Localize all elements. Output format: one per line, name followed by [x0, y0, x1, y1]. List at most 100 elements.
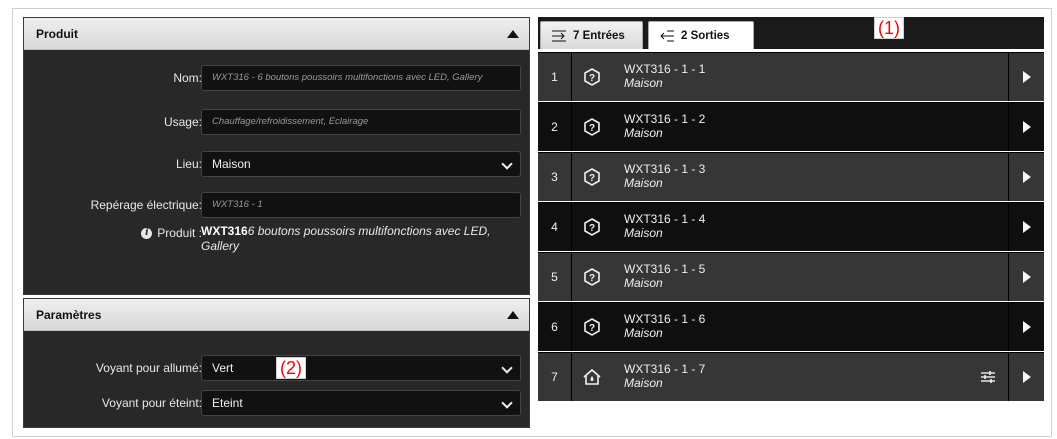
entry-location: Maison	[624, 376, 663, 390]
voyant-allume-value: Vert	[212, 361, 234, 375]
entry-name: WXT316 - 1 - 4	[624, 212, 706, 226]
entry-open-button[interactable]	[1008, 153, 1044, 201]
reperage-input[interactable]: WXT316 - 1	[201, 192, 521, 218]
entry-open-button[interactable]	[1008, 303, 1044, 351]
voyant-eteint-row: Voyant pour éteint: Eteint	[24, 390, 529, 416]
produit-description: WXT3166 boutons poussoirs multifonctions…	[201, 224, 521, 254]
produit-info-row: i Produit : WXT3166 boutons poussoirs mu…	[24, 223, 529, 263]
house-drop-icon	[573, 353, 611, 401]
entry-location: Maison	[624, 276, 663, 290]
play-arrow-icon	[1022, 371, 1031, 383]
reperage-label: Repérage électrique:	[90, 198, 202, 212]
question-icon: ?	[573, 303, 611, 351]
produit-label-text: Produit :	[157, 226, 202, 240]
voyant-eteint-value: Eteint	[212, 396, 243, 410]
entry-open-button[interactable]	[1008, 53, 1044, 101]
output-arrow-icon	[660, 30, 674, 41]
entry-location: Maison	[624, 126, 663, 140]
question-icon: ?	[573, 203, 611, 251]
tab-entrees[interactable]: 7 Entrées	[540, 21, 643, 49]
list-item[interactable]: 2 ? WXT316 - 1 - 2 Maison	[538, 102, 1044, 151]
question-icon: ?	[573, 53, 611, 101]
entry-name: WXT316 - 1 - 5	[624, 262, 706, 276]
svg-text:?: ?	[589, 323, 595, 334]
tab-entrees-label: 7 Entrées	[573, 29, 625, 42]
lieu-select-value: Maison	[212, 157, 251, 171]
list-item[interactable]: 3 ? WXT316 - 1 - 3 Maison	[538, 152, 1044, 201]
svg-text:?: ?	[589, 73, 595, 84]
entry-open-button[interactable]	[1008, 103, 1044, 151]
play-arrow-icon	[1022, 221, 1031, 233]
entry-location: Maison	[624, 226, 663, 240]
svg-text:?: ?	[589, 123, 595, 134]
info-icon: i	[141, 227, 153, 239]
list-item[interactable]: 4 ? WXT316 - 1 - 4 Maison	[538, 202, 1044, 251]
annotation-1: (1)	[874, 17, 904, 39]
nom-row: Nom: WXT316 - 6 boutons poussoirs multif…	[24, 65, 529, 91]
entry-number: 6	[538, 303, 572, 351]
entry-number: 1	[538, 53, 572, 101]
list-item[interactable]: 5 ? WXT316 - 1 - 5 Maison	[538, 252, 1044, 301]
nom-input[interactable]: WXT316 - 6 boutons poussoirs multifoncti…	[201, 65, 521, 91]
tab-sorties[interactable]: 2 Sorties	[648, 21, 754, 49]
voyant-eteint-select[interactable]: Eteint	[201, 390, 521, 416]
entry-number: 4	[538, 203, 572, 251]
entry-name: WXT316 - 1 - 7	[624, 362, 706, 376]
produit-panel: Produit Nom: WXT316 - 6 boutons poussoir…	[23, 17, 530, 295]
entry-name: WXT316 - 1 - 1	[624, 62, 706, 76]
list-item[interactable]: 6 ? WXT316 - 1 - 6 Maison	[538, 302, 1044, 351]
question-icon: ?	[573, 153, 611, 201]
entry-text: WXT316 - 1 - 1 Maison	[624, 62, 705, 90]
lieu-label: Lieu:	[175, 157, 202, 171]
entry-open-button[interactable]	[1008, 203, 1044, 251]
reperage-row: Repérage électrique: WXT316 - 1	[24, 192, 529, 218]
produit-panel-title: Produit	[36, 26, 78, 41]
question-icon: ?	[573, 253, 611, 301]
entry-location: Maison	[624, 176, 663, 190]
lieu-select[interactable]: Maison	[201, 151, 521, 177]
svg-text:?: ?	[589, 273, 595, 284]
annotation-2: (2)	[276, 357, 306, 379]
voyant-allume-label: Voyant pour allumé:	[95, 361, 202, 375]
voyant-allume-select[interactable]: Vert	[201, 355, 521, 381]
list-item[interactable]: 1 ? WXT316 - 1 - 1 Maison	[538, 52, 1044, 101]
entry-name: WXT316 - 1 - 2	[624, 112, 706, 126]
play-arrow-icon	[1022, 171, 1031, 183]
entry-name: WXT316 - 1 - 6	[624, 312, 706, 326]
entry-text: WXT316 - 1 - 6 Maison	[624, 312, 705, 340]
entry-text: WXT316 - 1 - 3 Maison	[624, 162, 705, 190]
entry-number: 2	[538, 103, 572, 151]
nom-label: Nom:	[173, 71, 202, 85]
lieu-row: Lieu: Maison	[24, 151, 529, 177]
list-item[interactable]: 7 WXT316 - 1 - 7 Maison	[538, 352, 1044, 401]
collapse-up-icon[interactable]	[507, 310, 519, 319]
entry-text: WXT316 - 1 - 7 Maison	[624, 362, 705, 390]
produit-info-label: i Produit :	[141, 226, 202, 240]
entry-number: 3	[538, 153, 572, 201]
entry-text: WXT316 - 1 - 4 Maison	[624, 212, 705, 240]
entry-number: 7	[538, 353, 572, 401]
sliders-icon[interactable]	[980, 353, 996, 401]
entry-text: WXT316 - 1 - 5 Maison	[624, 262, 705, 290]
entry-location: Maison	[624, 326, 663, 340]
produit-panel-header[interactable]: Produit	[24, 18, 529, 50]
entry-open-button[interactable]	[1008, 253, 1044, 301]
entry-text: WXT316 - 1 - 2 Maison	[624, 112, 705, 140]
chevron-down-icon	[501, 158, 513, 170]
usage-input[interactable]: Chauffage/refroidissement, Eclairage	[201, 109, 521, 135]
play-arrow-icon	[1022, 71, 1031, 83]
question-icon: ?	[573, 103, 611, 151]
svg-text:?: ?	[589, 173, 595, 184]
chevron-down-icon	[501, 397, 513, 409]
window: Produit Nom: WXT316 - 6 boutons poussoir…	[0, 0, 1057, 439]
usage-row: Usage: Chauffage/refroidissement, Eclair…	[24, 109, 529, 135]
play-arrow-icon	[1022, 271, 1031, 283]
collapse-up-icon[interactable]	[507, 29, 519, 38]
parametres-panel-header[interactable]: Paramètres	[24, 299, 529, 331]
entry-number: 5	[538, 253, 572, 301]
chevron-down-icon	[501, 362, 513, 374]
tab-sorties-label: 2 Sorties	[681, 29, 730, 42]
svg-text:?: ?	[589, 223, 595, 234]
usage-label: Usage:	[163, 115, 202, 129]
entry-open-button[interactable]	[1008, 353, 1044, 401]
